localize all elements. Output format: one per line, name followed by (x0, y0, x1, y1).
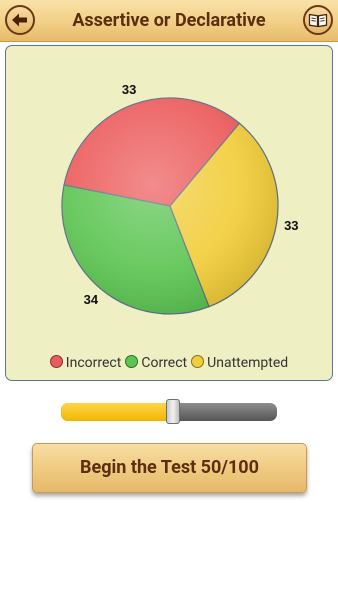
legend-label: Correct (141, 355, 188, 371)
legend-label: Incorrect (65, 355, 122, 371)
legend-item-incorrect: Incorrect (49, 355, 122, 371)
legend-swatch (191, 355, 205, 368)
legend-item-correct: Correct (125, 355, 187, 371)
chart-legend: Incorrect Correct Unattempted (6, 355, 332, 377)
pie-label-unattempted: 33 (284, 218, 298, 233)
arrow-left-icon (12, 13, 27, 27)
pie-label-incorrect: 33 (122, 82, 136, 97)
slider-fill (61, 403, 173, 421)
legend-item-unattempted: Unattempted (191, 355, 288, 371)
legend-swatch (49, 355, 63, 368)
pie-label-correct: 34 (84, 292, 99, 307)
begin-test-button[interactable]: Begin the Test 50/100 (32, 443, 307, 493)
page-title: Assertive or Declarative (72, 10, 266, 31)
pie-chart: 33 34 33 (61, 82, 299, 315)
slider-thumb[interactable] (166, 399, 180, 424)
book-button[interactable] (303, 5, 333, 35)
legend-label: Unattempted (207, 355, 289, 371)
book-icon (308, 13, 328, 28)
chart-card: 33 34 33 Incorrect Correct Unattempted (5, 45, 333, 381)
app-bar: Assertive or Declarative (0, 0, 338, 42)
legend-swatch (125, 355, 139, 368)
question-count-slider[interactable] (61, 399, 277, 424)
back-button[interactable] (5, 5, 35, 35)
